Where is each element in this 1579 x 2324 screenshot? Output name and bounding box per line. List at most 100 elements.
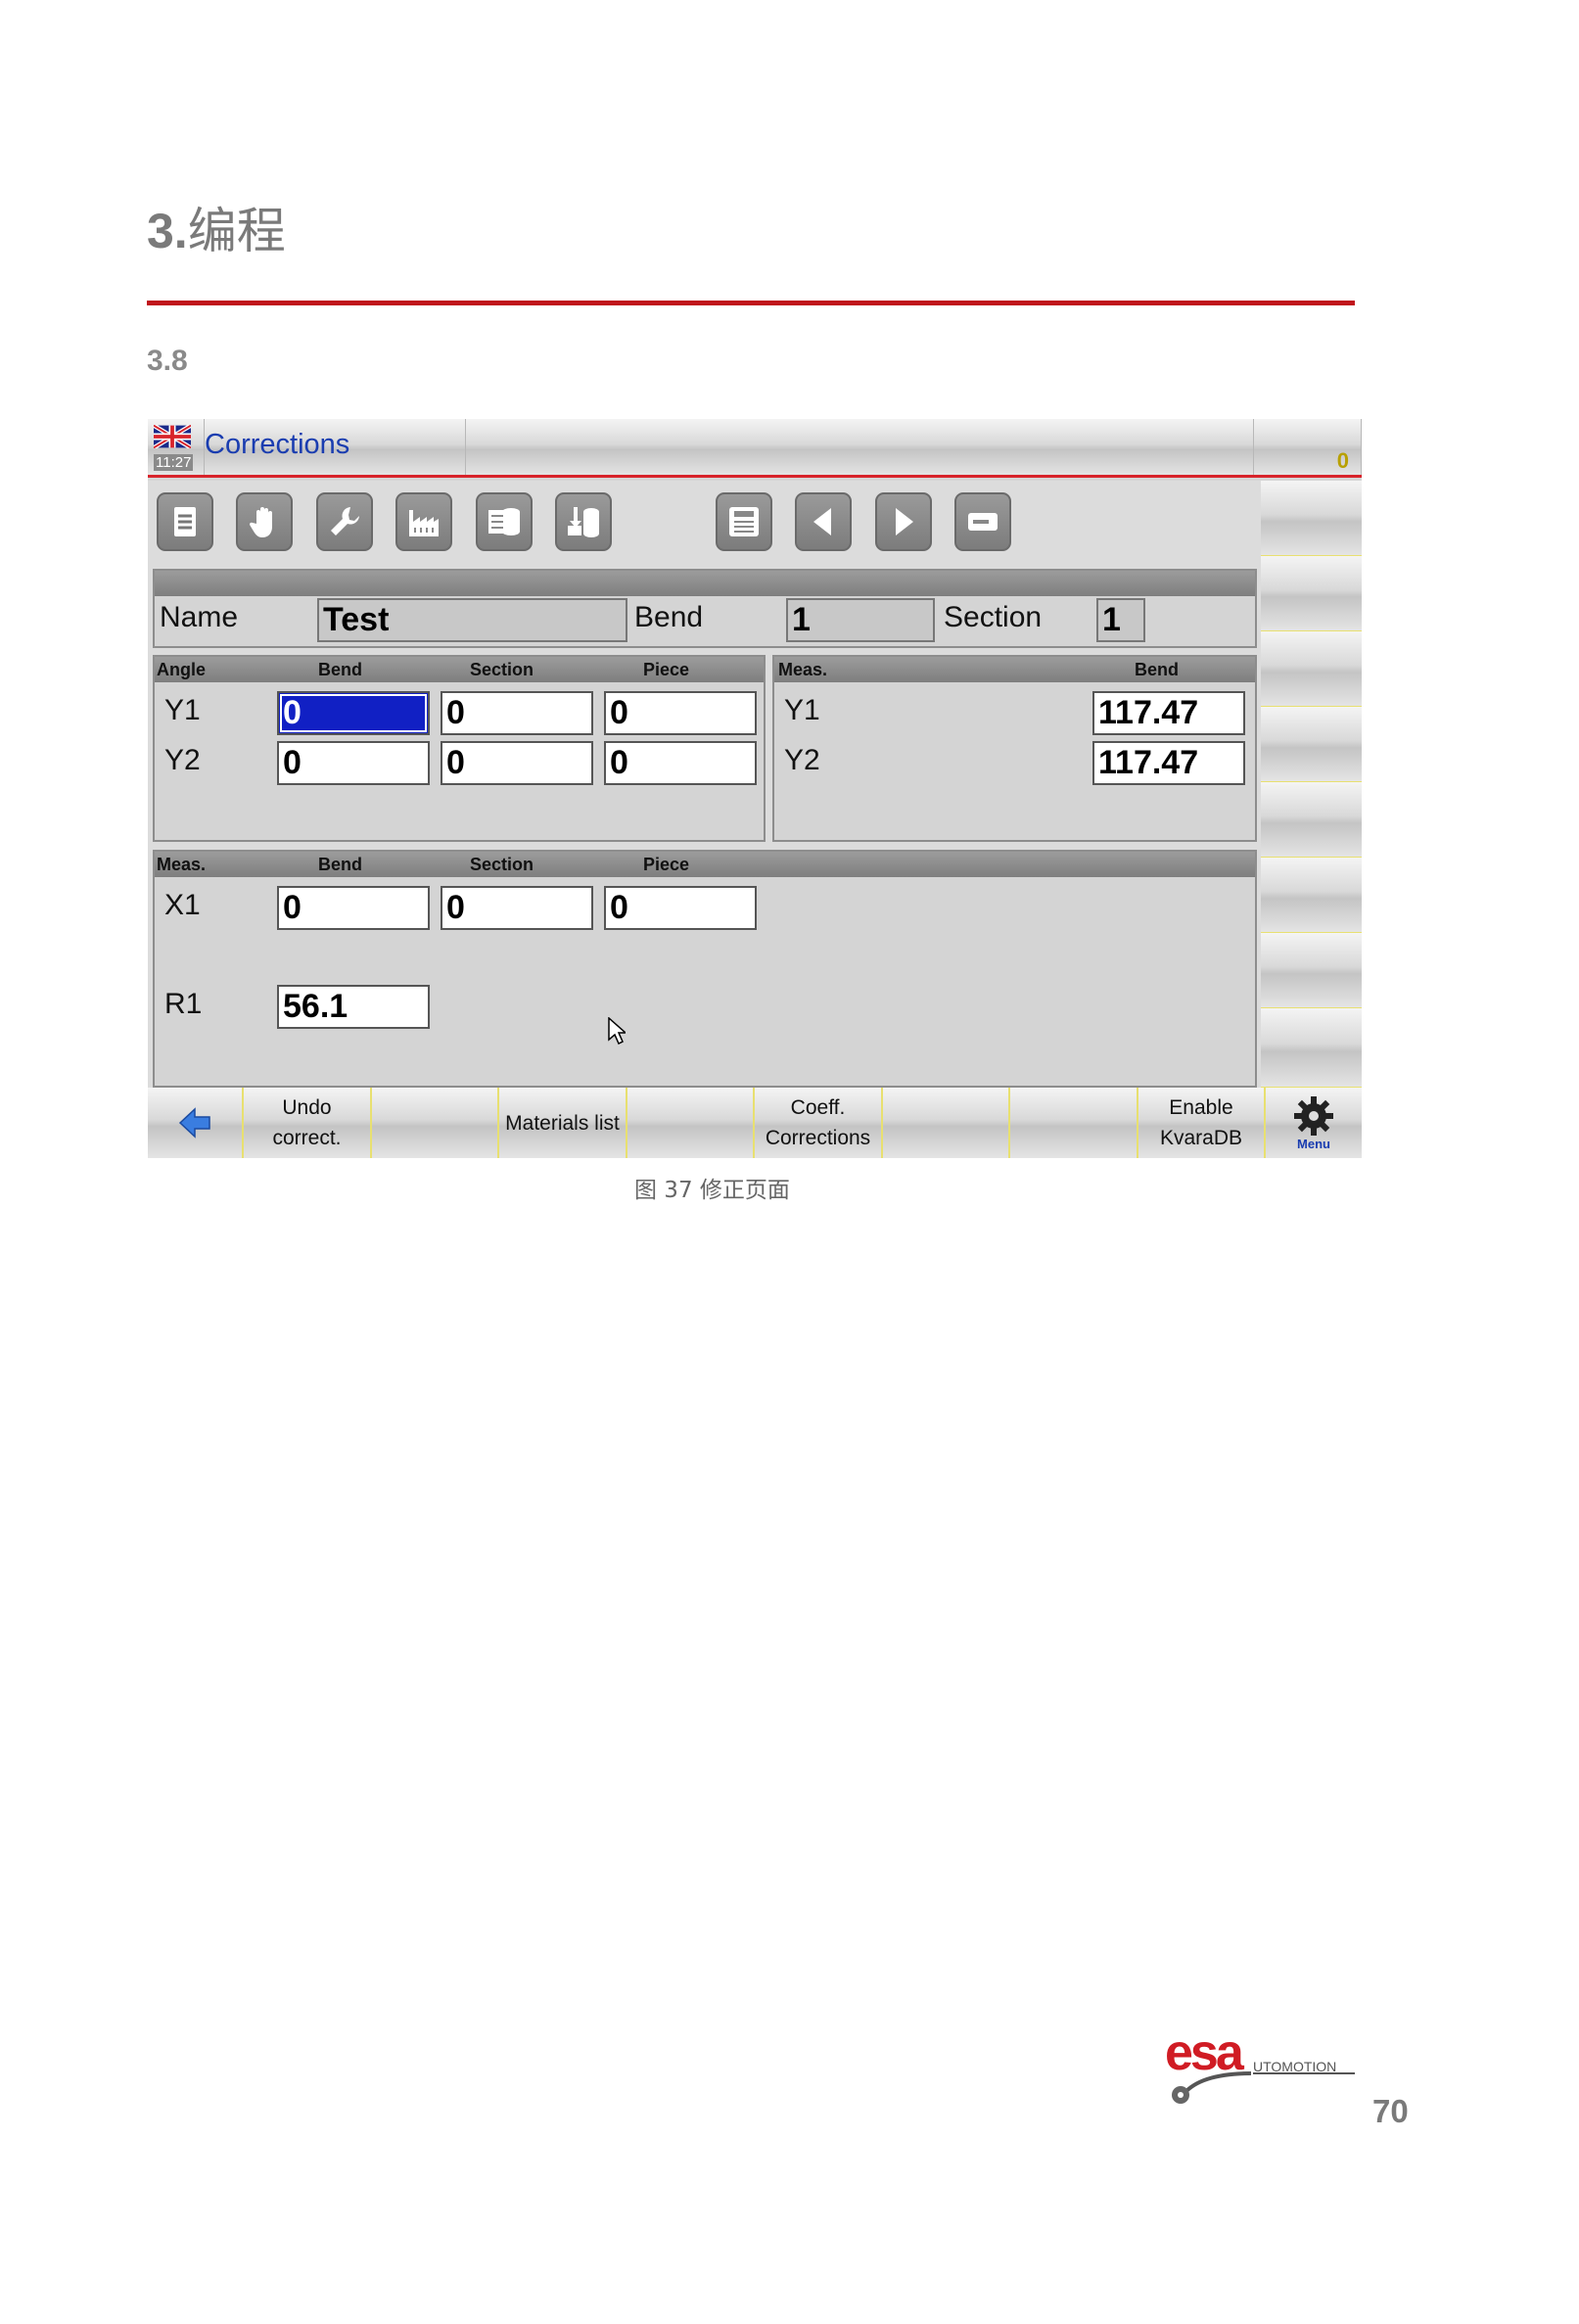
measure-x-head: Meas. <box>157 855 207 874</box>
function-key-3[interactable] <box>372 1088 499 1158</box>
corrections-screen: 11:27 Corrections 0 Name Test Bend 1 Sec… <box>148 419 1362 1158</box>
measure-x-col-section: Section <box>470 855 534 874</box>
measure-y-panel: Meas. Bend Y1 117.47 Y2 117.47 <box>772 655 1257 842</box>
side-key-5[interactable] <box>1261 782 1362 858</box>
enable-kvaradb-label: Enable KvaraDB <box>1160 1092 1242 1153</box>
minus-icon[interactable] <box>954 492 1011 551</box>
measure-y1-label: Y1 <box>784 694 820 726</box>
side-key-3[interactable] <box>1261 631 1362 707</box>
angle-y1-section-field[interactable]: 0 <box>441 691 593 735</box>
side-key-6[interactable] <box>1261 858 1362 933</box>
main-area: Name Test Bend 1 Section 1 Angle Bend Se… <box>148 481 1261 1088</box>
x1-section-field[interactable]: 0 <box>441 886 593 930</box>
angle-y1-label: Y1 <box>164 694 201 726</box>
name-label: Name <box>160 601 239 633</box>
x1-piece-field[interactable]: 0 <box>604 886 757 930</box>
x1-bend-field[interactable]: 0 <box>277 886 430 930</box>
measure-y-col-bend: Bend <box>1135 660 1179 679</box>
bend-label: Bend <box>634 601 704 633</box>
database-import-glyph <box>568 507 599 537</box>
angle-panel-header: Angle Bend Section Piece <box>155 657 764 682</box>
bend-field[interactable]: 1 <box>786 598 935 642</box>
function-key-7[interactable] <box>883 1088 1010 1158</box>
uk-flag-icon <box>154 425 191 448</box>
materials-list-button[interactable]: Materials list <box>499 1088 627 1158</box>
coeff-line1: Coeff. <box>790 1096 846 1119</box>
menu-label: Menu <box>1297 1137 1330 1151</box>
measure-y-head: Meas. <box>778 660 828 679</box>
hand-glyph <box>249 507 272 537</box>
r1-label: R1 <box>164 988 203 1020</box>
status-cell <box>466 419 1254 475</box>
section-number: 3.8 <box>147 345 188 377</box>
angle-y2-bend-field[interactable]: 0 <box>277 741 430 785</box>
esa-automotion-logo: esa UTOMOTION <box>1165 2024 1355 2104</box>
previous-icon[interactable] <box>795 492 852 551</box>
section-field[interactable]: 1 <box>1096 598 1145 642</box>
r1-field[interactable]: 56.1 <box>277 985 430 1029</box>
factory-glyph <box>409 510 439 536</box>
back-button[interactable] <box>148 1088 244 1158</box>
coeff-line2: Corrections <box>765 1127 871 1149</box>
measure-y-header: Meas. Bend <box>774 657 1255 682</box>
svg-text:UTOMOTION: UTOMOTION <box>1253 2059 1336 2074</box>
database-icon[interactable] <box>476 492 533 551</box>
section-label: Section <box>944 601 1043 633</box>
language-cell[interactable]: 11:27 <box>148 419 205 475</box>
undo-correct-button[interactable]: Undo correct. <box>244 1088 372 1158</box>
angle-col-section: Section <box>470 660 534 679</box>
angle-y2-label: Y2 <box>164 744 201 776</box>
angle-y1-piece-field[interactable]: 0 <box>604 691 757 735</box>
function-key-bar: Undo correct. Materials list Coeff. Correc… <box>148 1088 1362 1158</box>
save-icon[interactable] <box>716 492 772 551</box>
enable-line1: Enable <box>1169 1096 1233 1119</box>
factory-icon[interactable] <box>395 492 452 551</box>
menu-button[interactable]: Menu <box>1266 1088 1362 1158</box>
chapter-number: 3. <box>147 204 188 258</box>
save-glyph <box>729 507 759 536</box>
measure-y2-label: Y2 <box>784 744 820 776</box>
wrench-glyph <box>331 507 359 535</box>
wrench-icon[interactable] <box>316 492 373 551</box>
undo-line2: correct. <box>272 1127 342 1149</box>
back-arrow-icon <box>178 1107 210 1139</box>
database-import-icon[interactable] <box>555 492 612 551</box>
clock: 11:27 <box>154 454 194 471</box>
angle-head: Angle <box>157 660 207 679</box>
window-title: Corrections <box>205 429 350 460</box>
minus-glyph <box>968 513 998 531</box>
function-key-5[interactable] <box>627 1088 755 1158</box>
database-glyph <box>488 508 520 535</box>
enable-kvaradb-button[interactable]: Enable KvaraDB <box>1138 1088 1266 1158</box>
side-key-7[interactable] <box>1261 933 1362 1008</box>
side-key-2[interactable] <box>1261 556 1362 631</box>
x1-label: X1 <box>164 889 201 921</box>
angle-panel: Angle Bend Section Piece Y1 0 0 0 Y2 0 0… <box>153 655 766 842</box>
side-key-8[interactable] <box>1261 1008 1362 1088</box>
program-header-panel: Name Test Bend 1 Section 1 <box>153 569 1257 648</box>
side-key-4[interactable] <box>1261 707 1362 782</box>
measure-x-col-piece: Piece <box>643 855 690 874</box>
counter-value: 0 <box>1336 448 1349 473</box>
measure-y2-bend-field[interactable]: 117.47 <box>1092 741 1245 785</box>
undo-line1: Undo <box>282 1096 332 1119</box>
hand-icon[interactable] <box>236 492 293 551</box>
angle-y1-bend-field[interactable]: 0 <box>277 691 430 735</box>
angle-y2-piece-field[interactable]: 0 <box>604 741 757 785</box>
program-header-bar <box>155 571 1255 596</box>
measure-x-col-bend: Bend <box>318 855 362 874</box>
name-field[interactable]: Test <box>317 598 627 642</box>
measure-y1-bend-field[interactable]: 117.47 <box>1092 691 1245 735</box>
gear-icon <box>1294 1096 1333 1136</box>
side-key-1[interactable] <box>1261 481 1362 556</box>
coeff-corrections-button[interactable]: Coeff. Corrections <box>755 1088 883 1158</box>
document-icon[interactable] <box>157 492 213 551</box>
enable-line2: KvaraDB <box>1159 1127 1243 1149</box>
counter-cell: 0 <box>1254 419 1362 475</box>
function-key-8[interactable] <box>1010 1088 1138 1158</box>
chapter-title: 3.编程 <box>147 192 286 262</box>
mouse-pointer-icon <box>608 1017 626 1045</box>
angle-y2-section-field[interactable]: 0 <box>441 741 593 785</box>
document-glyph <box>174 507 196 536</box>
next-icon[interactable] <box>875 492 932 551</box>
